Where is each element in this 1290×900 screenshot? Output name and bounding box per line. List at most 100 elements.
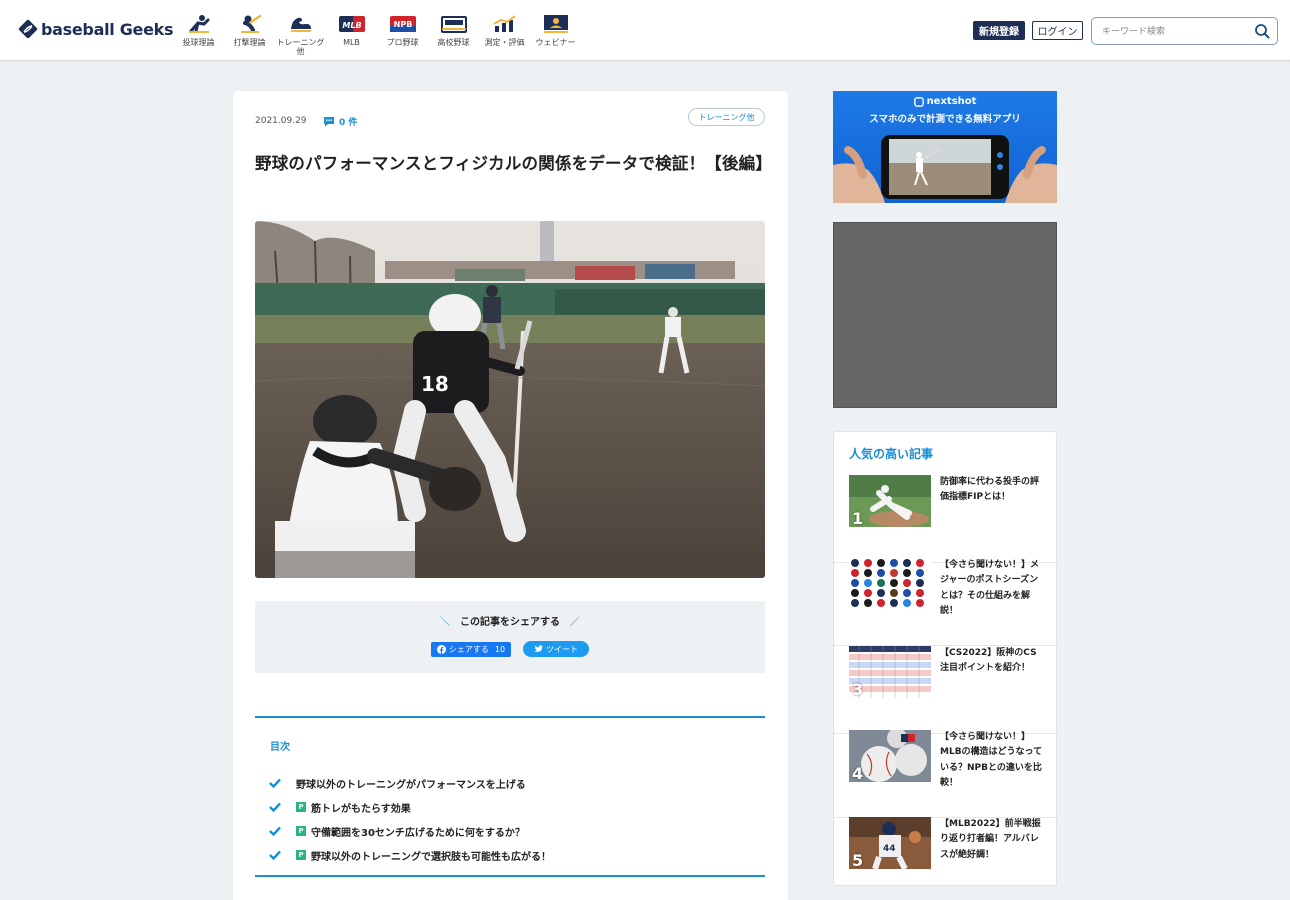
search-box	[1091, 17, 1278, 45]
popular-title: 【今さら聞けない！】MLBの構造はどうなっている？NPBとの違いを比較！	[940, 732, 1043, 788]
register-button[interactable]: 新規登録	[973, 21, 1025, 40]
toc-item[interactable]: P 筋トレがもたらす効果	[269, 795, 551, 819]
site-logo-text: baseball Geeks	[41, 19, 174, 39]
search-input[interactable]	[1102, 24, 1252, 40]
ad-placeholder[interactable]	[833, 222, 1057, 408]
popular-thumbnail: 1	[849, 475, 931, 527]
chart-icon	[493, 15, 516, 32]
popular-title: 防御率に代わる投手の評価指標FIPとは！	[940, 477, 1040, 503]
toc-item-text: 筋トレがもたらす効果	[311, 803, 411, 815]
nav-item-webinar[interactable]: ウェビナー	[530, 14, 581, 57]
share-heading: ＼ この記事をシェアする ／	[255, 613, 765, 628]
twitter-bird-icon	[534, 645, 543, 652]
mlb-logo-icon: MLB	[338, 16, 365, 32]
svg-text:MLB: MLB	[342, 21, 361, 30]
facebook-share-count: 10	[494, 645, 506, 654]
nav-label: MLB	[343, 38, 360, 47]
nav-item-mlb[interactable]: MLB MLB	[326, 14, 377, 57]
point-badge-icon: P	[296, 826, 306, 836]
baseball-game-photo: 18	[255, 221, 765, 578]
popular-heading: 人気の高い記事	[849, 447, 934, 461]
facebook-icon	[436, 645, 446, 654]
point-badge-icon: P	[296, 850, 306, 860]
toc-item-text: 守備範囲を30センチ広げるために何をするか？	[311, 827, 525, 839]
popular-rank: 4	[852, 764, 864, 782]
hero-image: 18	[255, 221, 765, 578]
publish-date: 2021.09.29	[255, 116, 307, 126]
team-caps-photo	[849, 558, 931, 610]
popular-rank: 3	[852, 680, 864, 698]
phone-in-hands-illustration	[833, 135, 1057, 203]
popular-articles: 人気の高い記事 1 防御率に代わる投手の評価指標FIPとは！ 【今さら聞けない！…	[833, 431, 1058, 886]
popular-thumbnail: 4	[849, 730, 931, 782]
check-icon	[269, 802, 281, 812]
popular-thumbnail	[849, 558, 931, 610]
popular-title: 【MLB2022】前半戦振り返り打者編！アルバレスが絶好調！	[940, 819, 1041, 860]
toc-item[interactable]: P 野球以外のトレーニングで選択肢も可能性も広がる！	[269, 843, 551, 867]
nav-label: 測定・評価	[484, 38, 525, 47]
comment-icon	[324, 117, 334, 127]
nav-label: 打撃理論	[233, 38, 266, 47]
toc-item-text: 野球以外のトレーニングで選択肢も可能性も広がる！	[311, 851, 551, 863]
toc-item[interactable]: 野球以外のトレーニングがパフォーマンスを上げる	[269, 771, 551, 795]
svg-text:18: 18	[421, 372, 449, 396]
login-button[interactable]: ログイン	[1032, 21, 1083, 40]
popular-thumbnail: 44 5	[849, 817, 931, 869]
webinar-icon	[543, 15, 568, 33]
popular-item[interactable]: 3 【CS2022】阪神のCS注目ポイントを紹介！	[834, 646, 1058, 734]
batter-icon	[240, 14, 261, 33]
stadium-icon	[440, 16, 467, 33]
category-nav: 投球理論 打撃理論 トレーニング 他 MLB MLB NPB プロ野球 高校野球…	[173, 14, 581, 57]
nav-item-npb[interactable]: NPB プロ野球	[377, 14, 428, 57]
toc-item[interactable]: P 守備範囲を30センチ広げるために何をするか？	[269, 819, 551, 843]
svg-text:44: 44	[883, 844, 896, 854]
popular-item[interactable]: 1 防御率に代わる投手の評価指標FIPとは！	[834, 475, 1058, 563]
popular-item[interactable]: 【今さら聞けない！】メジャーのポストシーズンとは？その仕組みを解説！	[834, 558, 1058, 646]
baseball-diamond-icon	[18, 19, 38, 39]
nav-label: ウェビナー	[535, 38, 576, 47]
facebook-share-button[interactable]: シェアする 10	[431, 642, 511, 657]
share-heading-decoration: ／	[570, 617, 580, 628]
nav-item-training[interactable]: トレーニング 他	[275, 14, 326, 57]
ad-brand-text: nextshot	[926, 96, 977, 107]
twitter-tweet-button[interactable]: ツイート	[523, 641, 589, 657]
popular-title: 【CS2022】阪神のCS注目ポイントを紹介！	[940, 648, 1037, 674]
nav-item-batting[interactable]: 打撃理論	[224, 14, 275, 57]
point-badge-icon: P	[296, 802, 306, 812]
toc-list: 野球以外のトレーニングがパフォーマンスを上げる P 筋トレがもたらす効果 P 守…	[269, 771, 551, 867]
popular-item[interactable]: 4 【今さら聞けない！】MLBの構造はどうなっている？NPBとの違いを比較！	[834, 730, 1058, 818]
check-icon	[269, 850, 281, 860]
site-header: baseball Geeks 投球理論 打撃理論 トレーニング 他 MLB ML…	[0, 0, 1290, 61]
category-tag[interactable]: トレーニング他	[688, 108, 765, 126]
nextshot-ad-banner[interactable]: nextshot スマホのみで計測できる無料アプリ	[833, 91, 1057, 203]
nav-label: 高校野球	[437, 38, 470, 47]
nav-item-highschool[interactable]: 高校野球	[428, 14, 479, 57]
nav-item-pitching[interactable]: 投球理論	[173, 14, 224, 57]
facebook-share-label: シェアする	[448, 645, 489, 654]
table-of-contents: 目次 野球以外のトレーニングがパフォーマンスを上げる P 筋トレがもたらす効果 …	[255, 716, 765, 877]
popular-thumbnail: 3	[849, 646, 931, 698]
comment-count-link[interactable]: 0 件	[323, 115, 357, 128]
check-icon	[269, 778, 281, 788]
ad-brand: nextshot	[833, 96, 1057, 107]
twitter-tweet-label: ツイート	[546, 644, 578, 654]
toc-heading: 目次	[270, 742, 290, 753]
nav-label: 投球理論	[182, 38, 215, 47]
nextshot-logo-icon	[913, 96, 924, 107]
npb-logo-icon: NPB	[389, 16, 416, 32]
nav-label: プロ野球	[386, 38, 419, 47]
share-box: ＼ この記事をシェアする ／ シェアする 10 ツイート	[255, 601, 765, 673]
muscle-icon	[290, 17, 311, 32]
search-icon[interactable]	[1254, 23, 1270, 39]
popular-item[interactable]: 44 5 【MLB2022】前半戦振り返り打者編！アルバレスが絶好調！	[834, 817, 1058, 900]
share-heading-decoration: ＼	[440, 617, 450, 628]
nav-item-measurement[interactable]: 測定・評価	[479, 14, 530, 57]
share-heading-text: この記事をシェアする	[460, 617, 560, 628]
popular-title: 【今さら聞けない！】メジャーのポストシーズンとは？その仕組みを解説！	[940, 560, 1040, 616]
check-icon	[269, 826, 281, 836]
site-logo[interactable]: baseball Geeks	[18, 19, 174, 39]
ad-tagline: スマホのみで計測できる無料アプリ	[869, 114, 1021, 125]
toc-item-text: 野球以外のトレーニングがパフォーマンスを上げる	[296, 779, 526, 791]
article-title: 野球のパフォーマンスとフィジカルの関係をデータで検証！【後編】	[255, 154, 773, 173]
article-card: 2021.09.29 0 件 トレーニング他 野球のパフォーマンスとフィジカルの…	[233, 91, 788, 900]
